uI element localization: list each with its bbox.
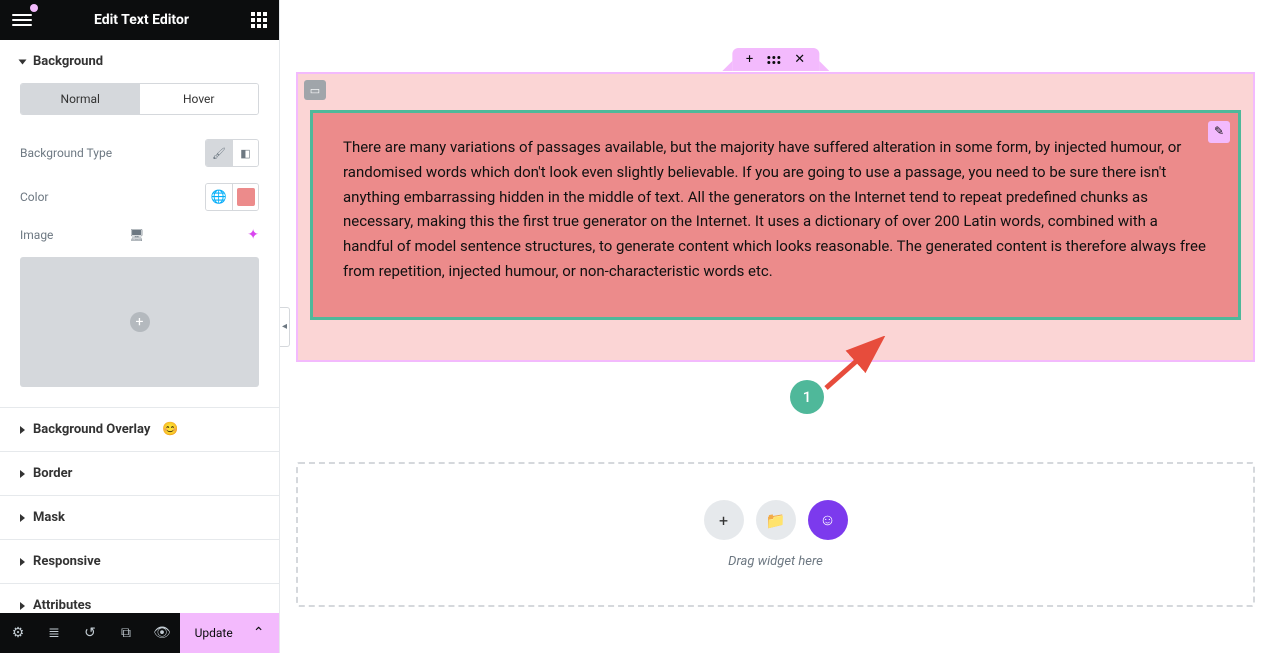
add-widget-button[interactable]: + [704,500,744,540]
navigator-button[interactable]: ≣ [36,613,72,653]
layers-icon: ≣ [48,625,60,641]
caret-right-icon [20,602,25,610]
section-container[interactable]: ▭ ✎ There are many variations of passage… [296,72,1255,362]
gear-icon: ⚙ [12,625,25,641]
section-label: Border [33,466,72,481]
section-responsive: Responsive [0,540,279,584]
preview-button[interactable]: 👁 [144,613,180,653]
caret-right-icon [20,470,25,478]
panel-title: Edit Text Editor [32,12,251,28]
happy-addons-button[interactable]: ☺ [808,500,848,540]
plus-icon: + [719,511,728,530]
section-background: Background Normal Hover Background Type … [0,40,279,408]
bg-type-classic-button[interactable]: 🖌 [206,140,232,166]
drag-handle[interactable] [767,56,780,64]
editor-sidebar: Edit Text Editor Background Normal Hover [0,0,280,653]
annotation-number: 1 [790,380,824,414]
happy-icon: ☺ [819,510,835,530]
section-header-attributes[interactable]: Attributes [0,584,279,613]
devices-icon: ⧉ [121,625,131,641]
close-section-button[interactable]: ✕ [794,52,805,67]
sidebar-header: Edit Text Editor [0,0,279,40]
container-toolbar: + ✕ [732,48,819,71]
collapse-sidebar-handle[interactable]: ◂ [280,307,290,347]
color-swatch [237,188,255,206]
dynamic-tags-icon[interactable]: ✦ [247,227,259,243]
history-button[interactable]: ↺ [72,613,108,653]
section-label: Attributes [33,598,91,613]
control-color: Color 🌐 [20,175,259,219]
bg-type-gradient-button[interactable]: ◧ [232,140,258,166]
tab-hover[interactable]: Hover [140,84,259,114]
apps-grid-icon[interactable] [251,12,267,28]
section-header-mask[interactable]: Mask [0,496,279,539]
chevron-up-icon: ⌃ [253,625,265,641]
control-background-type: Background Type 🖌 ◧ [20,131,259,175]
section-label: Responsive [33,554,101,569]
notification-dot [30,4,38,12]
caret-right-icon [20,514,25,522]
section-header-bg-overlay[interactable]: Background Overlay 😊 [0,408,279,451]
update-button[interactable]: Update ⌃ [180,613,279,653]
annotation-marker: 1 [790,380,824,414]
caret-right-icon [20,558,25,566]
history-icon: ↺ [84,625,96,641]
folder-icon: 📁 [766,511,786,530]
section-label: Background [33,54,103,69]
caret-down-icon [19,59,27,64]
text-editor-widget[interactable]: ✎ There are many variations of passages … [310,110,1241,320]
editor-canvas: ◂ + ✕ ▭ ✎ There are many variations of p… [280,0,1271,653]
pencil-icon: ✎ [1214,122,1224,142]
section-attributes: Attributes [0,584,279,613]
responsive-button[interactable]: ⧉ [108,613,144,653]
drop-actions: + 📁 ☺ [704,500,848,540]
section-header-background[interactable]: Background [0,40,279,83]
global-color-button[interactable]: 🌐 [206,184,232,210]
brush-icon: 🖌 [212,147,226,160]
add-section-button[interactable]: + [746,52,753,67]
gradient-icon: ◧ [240,147,250,160]
section-label: Background Overlay [33,422,150,437]
responsive-icon[interactable]: 🖥 [129,228,144,242]
control-image: Image 🖥 ✦ [20,219,259,251]
plus-icon: + [130,312,150,332]
text-content[interactable]: There are many variations of passages av… [343,135,1208,284]
sidebar-footer: ⚙ ≣ ↺ ⧉ 👁 Update ⌃ [0,613,279,653]
drop-hint-text: Drag widget here [728,554,823,569]
caret-right-icon [20,426,25,434]
image-upload-area[interactable]: + [20,257,259,387]
bg-type-label: Background Type [20,146,205,160]
sidebar-body: Background Normal Hover Background Type … [0,40,279,613]
section-mask: Mask [0,496,279,540]
update-label: Update [195,626,233,640]
edit-widget-button[interactable]: ✎ [1208,121,1230,143]
container-type-icon[interactable]: ▭ [304,80,326,100]
color-picker-button[interactable] [232,184,258,210]
drop-zone[interactable]: + 📁 ☺ Drag widget here [296,462,1255,607]
section-border: Border [0,452,279,496]
tab-normal[interactable]: Normal [21,84,140,114]
state-tabs: Normal Hover [20,83,259,115]
eye-icon: 👁 [153,625,171,641]
settings-button[interactable]: ⚙ [0,613,36,653]
section-background-overlay: Background Overlay 😊 [0,408,279,452]
section-label: Mask [33,510,65,525]
menu-icon[interactable] [12,14,32,26]
globe-icon: 🌐 [211,190,227,205]
color-label: Color [20,190,205,204]
add-template-button[interactable]: 📁 [756,500,796,540]
happy-addons-icon: 😊 [162,422,178,437]
section-header-responsive[interactable]: Responsive [0,540,279,583]
image-label: Image [20,228,123,242]
section-header-border[interactable]: Border [0,452,279,495]
